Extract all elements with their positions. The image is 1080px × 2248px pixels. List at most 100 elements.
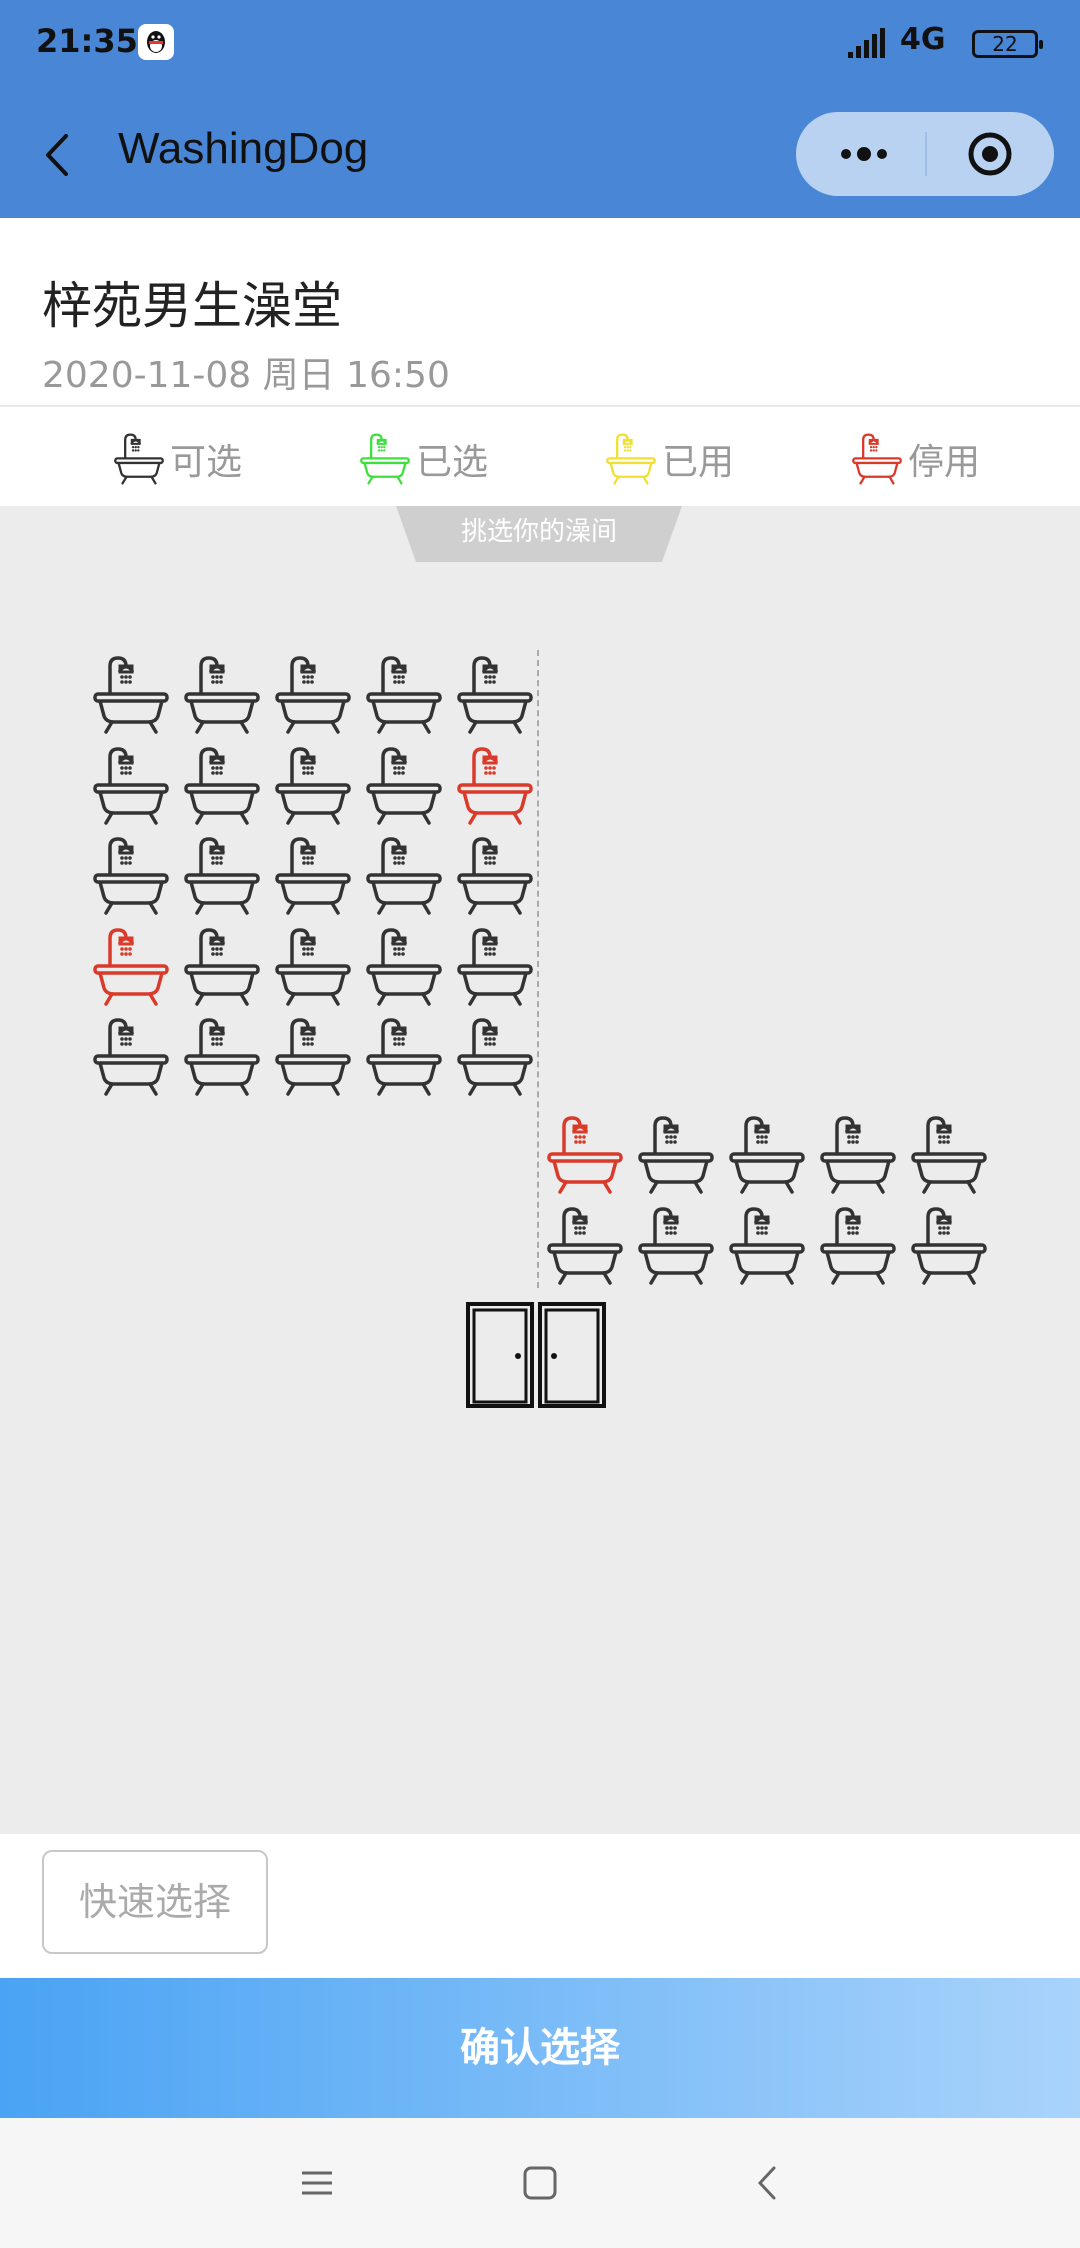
- right-room-1-3[interactable]: [728, 1114, 806, 1196]
- left-room-2-2[interactable]: [183, 745, 261, 827]
- right-room-2-3[interactable]: [728, 1205, 806, 1287]
- bathroom-map: 挑选你的澡间: [0, 506, 1080, 1834]
- left-room-1-5[interactable]: [456, 654, 534, 736]
- status-legend: 可选 已选 已用 停用: [0, 407, 1080, 506]
- left-room-1-4[interactable]: [365, 654, 443, 736]
- confirm-selection-button[interactable]: 确认选择: [0, 1978, 1080, 2118]
- nav-title: WashingDog: [118, 124, 369, 173]
- left-room-4-4[interactable]: [365, 926, 443, 1008]
- left-room-5-4[interactable]: [365, 1016, 443, 1098]
- legend-label: 停用: [908, 442, 981, 483]
- left-room-5-5[interactable]: [456, 1016, 534, 1098]
- left-room-1-2[interactable]: [183, 654, 261, 736]
- left-room-3-1[interactable]: [92, 835, 170, 917]
- bathtub-icon: [184, 1018, 260, 1096]
- door-icon: [466, 1302, 606, 1408]
- battery-icon: 22: [972, 30, 1043, 58]
- bathtub-icon: [457, 1018, 533, 1096]
- left-room-3-5[interactable]: [456, 835, 534, 917]
- left-room-2-1[interactable]: [92, 745, 170, 827]
- bathtub-icon: [366, 1018, 442, 1096]
- bathtub-icon: [366, 656, 442, 734]
- bathhouse-datetime: 2020-11-08 周日 16:50: [42, 355, 450, 396]
- bathhouse-header: 梓苑男生澡堂 2020-11-08 周日 16:50: [0, 218, 1080, 406]
- mini-program-capsule: [796, 112, 1054, 196]
- bathtub-icon: [638, 1116, 714, 1194]
- bathtub-icon: [911, 1206, 987, 1285]
- system-back-icon[interactable]: [742, 2158, 792, 2208]
- menu-icon[interactable]: [292, 2158, 342, 2208]
- qq-icon: [138, 24, 174, 60]
- left-room-4-1[interactable]: [92, 926, 170, 1008]
- more-icon[interactable]: [836, 132, 892, 176]
- bathtub-icon: [275, 837, 351, 915]
- bathtub-icon: [114, 433, 164, 485]
- left-room-2-3[interactable]: [274, 745, 352, 827]
- bathtub-icon: [275, 1018, 351, 1096]
- right-room-2-2[interactable]: [637, 1205, 715, 1287]
- capsule-divider: [925, 132, 927, 176]
- left-room-4-3[interactable]: [274, 926, 352, 1008]
- right-room-1-4[interactable]: [819, 1114, 897, 1196]
- legend-selected: 已选: [358, 429, 488, 489]
- bathtub-icon: [360, 433, 410, 485]
- bathtub-icon: [184, 656, 260, 734]
- legend-available: 可选: [112, 429, 242, 489]
- legend-disabled: 停用: [850, 429, 980, 489]
- legend-label: 已用: [662, 442, 735, 483]
- bathtub-icon: [93, 927, 169, 1006]
- left-room-4-5[interactable]: [456, 926, 534, 1008]
- system-nav-bar: [0, 2118, 1080, 2248]
- bathtub-icon: [275, 656, 351, 734]
- left-room-3-2[interactable]: [183, 835, 261, 917]
- bathtub-icon: [366, 927, 442, 1006]
- bathtub-icon: [911, 1116, 987, 1194]
- right-room-1-1[interactable]: [546, 1114, 624, 1196]
- bathtub-icon: [729, 1206, 805, 1285]
- bathtub-icon: [93, 1018, 169, 1096]
- battery-level: 22: [992, 32, 1018, 56]
- right-room-1-5[interactable]: [910, 1114, 988, 1196]
- bathtub-icon: [366, 746, 442, 825]
- left-room-5-1[interactable]: [92, 1016, 170, 1098]
- aisle-divider: [537, 650, 539, 1288]
- bathtub-icon: [457, 746, 533, 825]
- signal-icon: [848, 28, 885, 58]
- bathtub-icon: [547, 1206, 623, 1285]
- right-room-2-1[interactable]: [546, 1205, 624, 1287]
- legend-used: 已用: [604, 429, 734, 489]
- bathtub-icon: [638, 1206, 714, 1285]
- bathtub-icon: [184, 837, 260, 915]
- bathtub-icon: [457, 656, 533, 734]
- map-tab: 挑选你的澡间: [396, 506, 682, 562]
- back-icon[interactable]: [40, 130, 76, 180]
- left-room-3-3[interactable]: [274, 835, 352, 917]
- network-type: 4G: [900, 22, 946, 57]
- left-room-4-2[interactable]: [183, 926, 261, 1008]
- home-icon[interactable]: [515, 2158, 565, 2208]
- left-room-2-4[interactable]: [365, 745, 443, 827]
- left-room-5-3[interactable]: [274, 1016, 352, 1098]
- bathtub-icon: [184, 927, 260, 1006]
- bathtub-icon: [729, 1116, 805, 1194]
- status-time: 21:35: [36, 22, 138, 60]
- right-room-2-5[interactable]: [910, 1205, 988, 1287]
- close-target-icon[interactable]: [966, 130, 1014, 178]
- bathtub-icon: [606, 433, 656, 485]
- left-room-5-2[interactable]: [183, 1016, 261, 1098]
- bathtub-icon: [275, 927, 351, 1006]
- bathtub-icon: [366, 837, 442, 915]
- bathtub-icon: [93, 837, 169, 915]
- left-room-2-5[interactable]: [456, 745, 534, 827]
- bathtub-icon: [93, 746, 169, 825]
- bathtub-icon: [457, 837, 533, 915]
- right-room-1-2[interactable]: [637, 1114, 715, 1196]
- quick-select-button[interactable]: 快速选择: [42, 1850, 268, 1954]
- bathtub-icon: [184, 746, 260, 825]
- quick-select-area: 快速选择: [0, 1834, 1080, 1978]
- right-room-2-4[interactable]: [819, 1205, 897, 1287]
- left-room-1-1[interactable]: [92, 654, 170, 736]
- left-room-1-3[interactable]: [274, 654, 352, 736]
- status-bar: 21:35 4G 22: [0, 0, 1080, 90]
- left-room-3-4[interactable]: [365, 835, 443, 917]
